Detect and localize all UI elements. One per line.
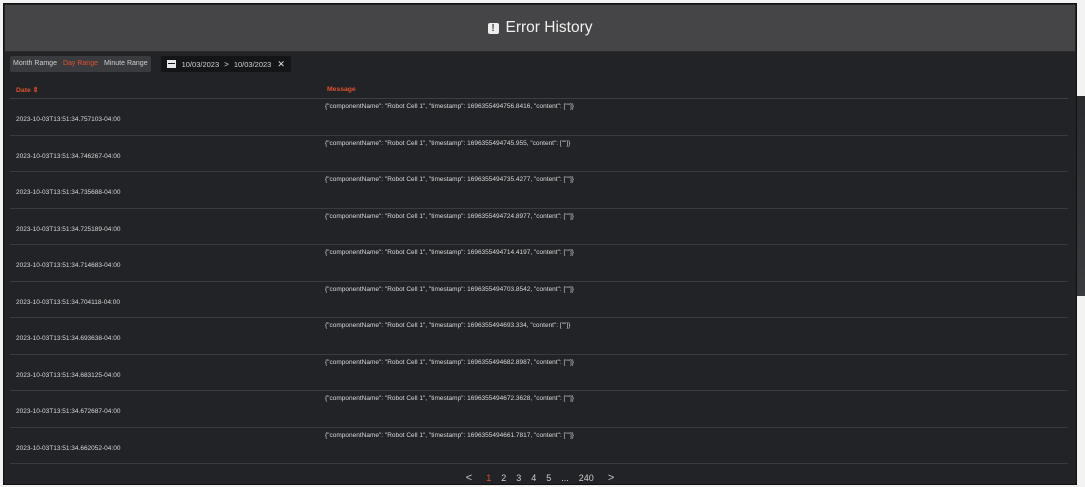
page-240-button[interactable]: 240 <box>579 473 594 483</box>
pagination: < 1 2 3 4 5 ... 240 > <box>4 472 1076 484</box>
calendar-icon <box>166 60 176 68</box>
row-date: 2023-10-03T13:51:34.672687-04:00 <box>16 408 121 415</box>
page-ellipsis[interactable]: ... <box>561 473 569 483</box>
row-date: 2023-10-03T13:51:34.757103-04:00 <box>16 116 121 123</box>
clear-icon[interactable]: ✕ <box>277 59 285 70</box>
row-message: {"componentName": "Robot Cell 1", "times… <box>325 322 571 329</box>
table-row[interactable]: 2023-10-03T13:51:34.672687-04:00 {"compon… <box>10 391 1068 428</box>
page-header: ! Error History <box>5 5 1075 52</box>
table-row[interactable]: 2023-10-03T13:51:34.725189-04:00 {"compon… <box>10 209 1068 245</box>
scrollbar[interactable] <box>1077 96 1085 296</box>
page-4-button[interactable]: 4 <box>531 473 536 483</box>
row-date: 2023-10-03T13:51:34.735688-04:00 <box>16 189 121 196</box>
row-date: 2023-10-03T13:51:34.704118-04:00 <box>16 298 120 306</box>
range-selector: Month Ramge Day Range Minute Range <box>10 56 151 72</box>
range-day-button[interactable]: Day Range <box>60 56 101 72</box>
page-3-button[interactable]: 3 <box>516 473 521 483</box>
range-minute-button[interactable]: Minute Range <box>101 56 151 72</box>
column-date-header[interactable]: Date ⇕ <box>10 86 319 94</box>
range-month-button[interactable]: Month Ramge <box>10 56 60 72</box>
page-2-button[interactable]: 2 <box>501 473 506 483</box>
table-row[interactable]: 2023-10-03T13:51:34.714683-04:00 {"compon… <box>10 245 1068 282</box>
row-date: 2023-10-03T13:51:34.683125-04:00 <box>16 371 121 379</box>
row-message: {"componentName": "Robot Cell 1", "times… <box>325 139 571 147</box>
next-page-icon[interactable]: > <box>608 472 614 484</box>
row-message: {"componentName": "Robot Cell 1", "times… <box>325 103 574 110</box>
date-end[interactable]: 10/03/2023 <box>234 60 272 69</box>
date-start[interactable]: 10/03/2023 <box>182 60 220 69</box>
app-frame: ! Error History Month Ramge Day Range Mi… <box>3 3 1077 485</box>
page-title: Error History <box>505 19 593 36</box>
row-message: {"componentName": "Robot Cell 1", "times… <box>325 212 574 220</box>
row-date: 2023-10-03T13:51:34.662052-04:00 <box>16 444 121 452</box>
table-row[interactable]: 2023-10-03T13:51:34.662052-04:00 {"compon… <box>10 428 1068 464</box>
prev-page-icon[interactable]: < <box>466 472 472 484</box>
table-row[interactable]: 2023-10-03T13:51:34.704118-04:00 {"compon… <box>10 282 1068 318</box>
row-date: 2023-10-03T13:51:34.714683-04:00 <box>16 262 121 269</box>
error-table: Date ⇕ Message 2023-10-03T13:51:34.75710… <box>10 81 1068 464</box>
table-row[interactable]: 2023-10-03T13:51:34.746267-04:00 {"compon… <box>10 136 1068 172</box>
row-message: {"componentName": "Robot Cell 1", "times… <box>325 176 574 183</box>
table-body: 2023-10-03T13:51:34.757103-04:00 {"compon… <box>10 99 1068 464</box>
toolbar: Month Ramge Day Range Minute Range 10/03… <box>10 56 291 72</box>
table-row[interactable]: 2023-10-03T13:51:34.693638-04:00 {"compon… <box>10 318 1068 355</box>
table-row[interactable]: 2023-10-03T13:51:34.735688-04:00 {"compon… <box>10 172 1068 209</box>
date-range-picker[interactable]: 10/03/2023 > 10/03/2023 ✕ <box>160 56 291 72</box>
alert-icon: ! <box>487 22 499 34</box>
row-message: {"componentName": "Robot Cell 1", "times… <box>325 358 574 366</box>
row-message: {"componentName": "Robot Cell 1", "times… <box>325 285 574 293</box>
row-message: {"componentName": "Robot Cell 1", "times… <box>325 249 574 256</box>
page-5-button[interactable]: 5 <box>546 473 551 483</box>
column-message-header: Message <box>327 86 356 93</box>
row-message: {"componentName": "Robot Cell 1", "times… <box>325 395 574 402</box>
arrow-right-icon: > <box>224 59 229 69</box>
row-date: 2023-10-03T13:51:34.693638-04:00 <box>16 335 121 342</box>
table-row[interactable]: 2023-10-03T13:51:34.683125-04:00 {"compon… <box>10 355 1068 391</box>
row-date: 2023-10-03T13:51:34.725189-04:00 <box>16 225 121 233</box>
row-date: 2023-10-03T13:51:34.746267-04:00 <box>16 152 121 160</box>
row-message: {"componentName": "Robot Cell 1", "times… <box>325 431 574 439</box>
table-header: Date ⇕ Message <box>10 81 1068 99</box>
table-row[interactable]: 2023-10-03T13:51:34.757103-04:00 {"compon… <box>10 99 1068 136</box>
page-1-button[interactable]: 1 <box>486 473 491 483</box>
